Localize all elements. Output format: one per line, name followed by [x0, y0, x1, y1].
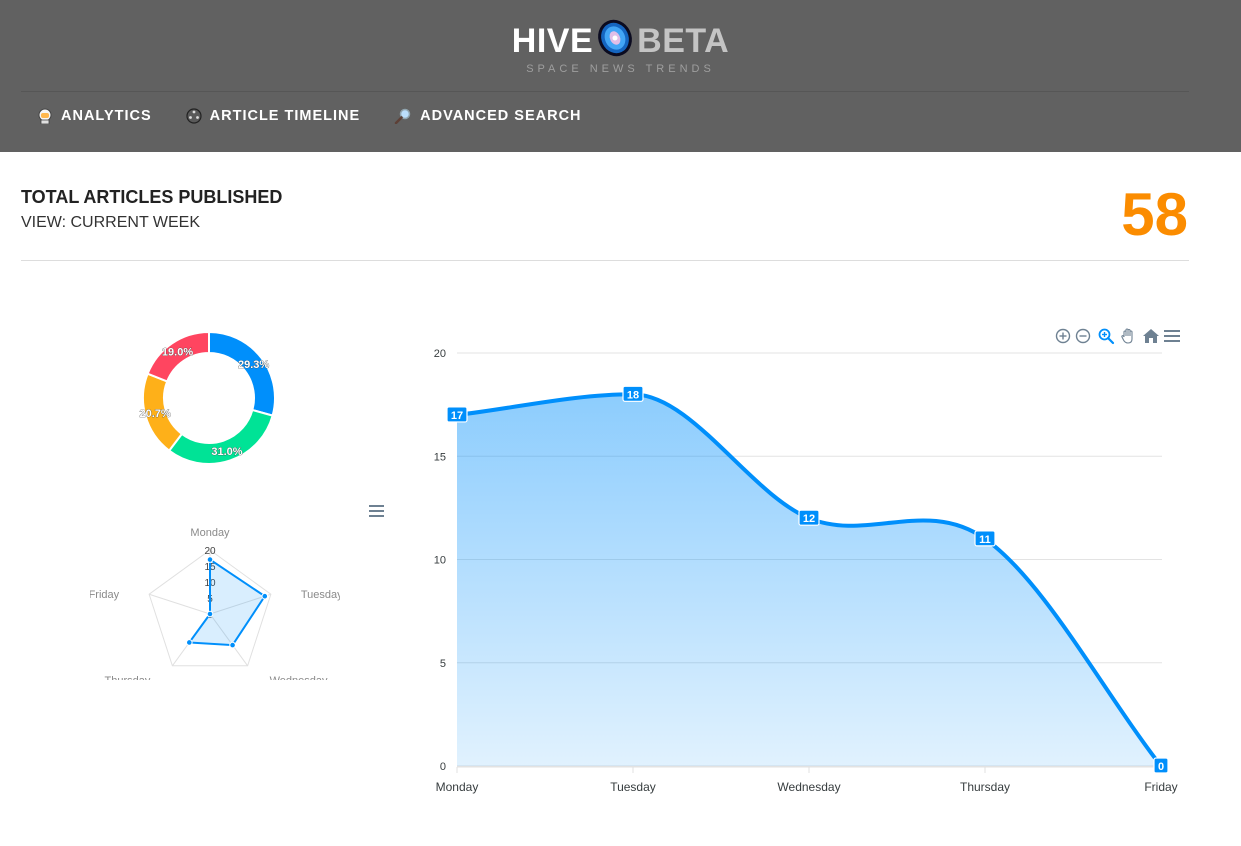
donut-slice-label: 29.3%: [238, 359, 269, 371]
magnifier-icon: [394, 108, 411, 124]
nav-article-timeline-label: ARTICLE TIMELINE: [209, 108, 361, 124]
header-divider: [21, 91, 1189, 92]
radar-scale-label: 20: [204, 546, 216, 557]
nav-advanced-search-label: ADVANCED SEARCH: [420, 108, 582, 124]
x-tick-label: Monday: [436, 780, 479, 794]
view-period-label: VIEW: CURRENT WEEK: [21, 214, 200, 231]
data-label-text: 11: [979, 534, 991, 546]
donut-chart: 29.3% 31.0% 20.7% 19.0%: [139, 330, 276, 465]
nav-analytics[interactable]: ANALYTICS: [37, 108, 152, 124]
data-label: 17: [446, 406, 468, 423]
pan-icon[interactable]: [1119, 327, 1137, 345]
radar-point: [206, 556, 214, 563]
galaxy-icon: [595, 18, 635, 58]
radar-axis-label: Monday: [190, 527, 230, 539]
x-tick-label: Friday: [1144, 780, 1177, 794]
reset-home-icon[interactable]: [1142, 327, 1160, 345]
radar-point: [261, 592, 269, 600]
radar-menu-icon[interactable]: [368, 504, 386, 518]
brand-name: HIVE: [511, 22, 594, 60]
data-label-text: 12: [803, 513, 815, 525]
donut-slice-label: 19.0%: [162, 347, 193, 359]
nav-analytics-label: ANALYTICS: [61, 108, 152, 124]
astronaut-icon: [38, 108, 52, 124]
x-tick-label: Wednesday: [777, 780, 840, 794]
data-label-text: 18: [627, 389, 639, 401]
summary-divider: [21, 260, 1189, 261]
radar-axis-label: Friday: [90, 589, 120, 601]
top-header: HIVE BETA SPACE NEWS TRENDS ANALYTICS AR…: [0, 0, 1241, 152]
zoom-in-icon[interactable]: [1054, 327, 1072, 345]
x-tick-label: Tuesday: [610, 780, 656, 794]
selection-zoom-icon[interactable]: [1097, 327, 1115, 345]
radar-point: [186, 639, 193, 646]
data-label-text: 0: [1158, 761, 1164, 773]
radar-axis-label: Tuesday: [301, 589, 340, 601]
main-nav: ANALYTICS ARTICLE TIMELINE ADVANCED SEAR…: [37, 108, 616, 124]
tagline: SPACE NEWS TRENDS: [526, 63, 715, 75]
brand-logo[interactable]: HIVE BETA: [0, 18, 1241, 61]
data-label: 18: [622, 385, 644, 402]
data-label: 12: [798, 509, 820, 526]
radar-axis-label: Thursday: [105, 675, 151, 680]
data-label: 0: [1153, 757, 1169, 774]
nav-advanced-search[interactable]: ADVANCED SEARCH: [394, 108, 581, 124]
zoom-out-icon[interactable]: [1074, 327, 1092, 345]
data-label: 11: [974, 530, 996, 547]
x-tick-label: Thursday: [960, 780, 1010, 794]
brand-suffix: BETA: [637, 22, 730, 60]
y-tick-label: 20: [434, 348, 446, 360]
total-articles-title: TOTAL ARTICLES PUBLISHED: [21, 187, 283, 207]
donut-slice-label: 20.7%: [139, 408, 170, 420]
y-tick-label: 10: [434, 555, 446, 567]
nav-article-timeline[interactable]: ARTICLE TIMELINE: [186, 108, 361, 124]
donut-slice: [208, 330, 276, 417]
y-tick-label: 5: [440, 658, 446, 670]
menu-icon[interactable]: [1163, 328, 1181, 344]
donut-slice-label: 31.0%: [211, 446, 242, 458]
radar-point: [206, 610, 214, 618]
radar-point: [229, 641, 236, 649]
area-fill: [457, 394, 1161, 766]
data-label-text: 17: [451, 410, 463, 422]
timeline-icon: [186, 108, 202, 124]
chart-toolbar: [1054, 327, 1184, 347]
area-chart: 20 15 10 5 0 Monday Tuesday Wednesday Thursday Fr…: [434, 348, 1178, 794]
y-tick-label: 15: [434, 451, 446, 463]
total-articles-count: 58: [1121, 181, 1188, 248]
radar-chart: 20151050MondayTuesdayWednesdayThursdayFr…: [90, 527, 340, 680]
y-tick-label: 0: [440, 761, 446, 773]
radar-axis-label: Wednesday: [270, 675, 328, 680]
